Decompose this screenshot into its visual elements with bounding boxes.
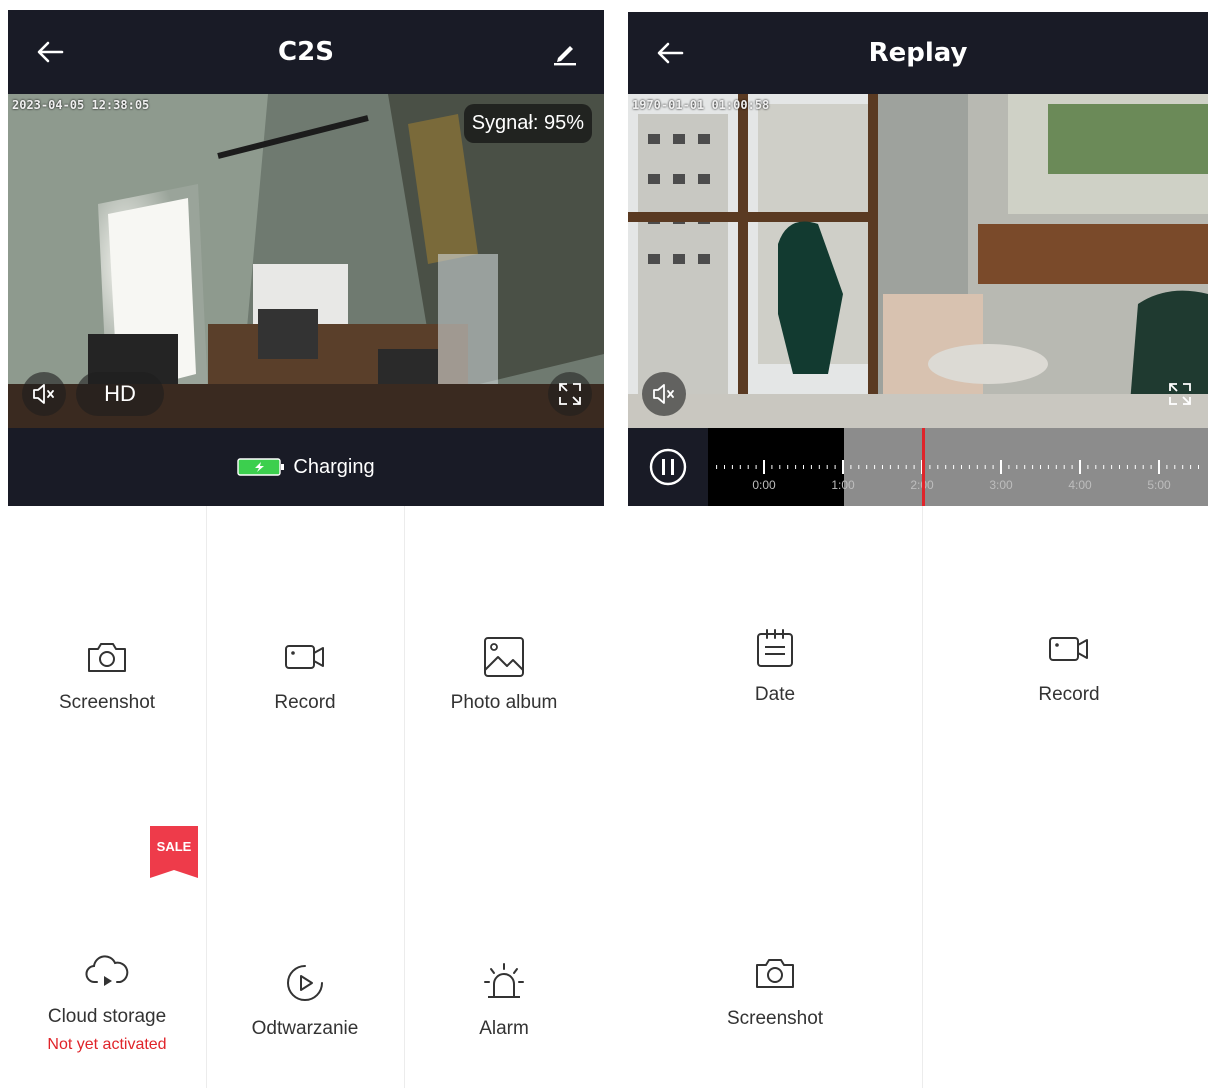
camera-icon <box>88 643 126 672</box>
photo-album-label: Photo album <box>450 692 558 713</box>
sale-badge: SALE <box>148 826 200 878</box>
camera-feed-image <box>628 94 1208 428</box>
timeline-tick-label: 1:00 <box>831 478 855 492</box>
live-video[interactable]: 2023-04-05 12:38:05 Sygnał: 95% HD <box>8 94 604 428</box>
fullscreen-button[interactable] <box>548 372 592 416</box>
photo-icon <box>484 637 524 677</box>
quality-toggle-button[interactable]: HD <box>76 372 164 416</box>
siren-icon <box>484 963 524 998</box>
screenshot-action[interactable]: Screenshot <box>628 950 922 1030</box>
timeline-tick-label: 4:00 <box>1068 478 1092 492</box>
back-arrow-icon[interactable] <box>34 36 66 68</box>
replay-screen: Replay 1970-01-01 01:00:58 0:00 1:00 3:0… <box>620 0 1208 1088</box>
charging-label: Charging <box>293 455 375 478</box>
page-title: C2S <box>278 37 334 67</box>
edit-pencil-icon[interactable] <box>550 37 580 67</box>
live-view-screen: C2S 2023-04-05 12:38:05 Sygnał: 95% HD C… <box>0 0 612 1088</box>
fullscreen-icon <box>559 383 581 405</box>
battery-charging-icon <box>237 458 285 476</box>
action-grid: Date Record Screenshot <box>628 506 1208 1088</box>
playback-label: Odtwarzanie <box>251 1018 359 1039</box>
page-title: Replay <box>868 38 968 68</box>
speaker-muted-icon <box>33 384 54 404</box>
fullscreen-button[interactable] <box>1158 372 1202 416</box>
replay-timeline[interactable]: 0:001:002:003:004:005:00 <box>628 428 1208 506</box>
mute-button[interactable] <box>642 372 686 416</box>
action-grid: Screenshot Record Photo album SALE Cloud… <box>8 506 604 1088</box>
video-timestamp: 2023-04-05 12:38:05 <box>12 98 150 112</box>
fullscreen-icon <box>1169 383 1191 405</box>
back-arrow-icon[interactable] <box>654 37 686 69</box>
cloud-storage-action[interactable]: Cloud storage Not yet activated <box>8 948 206 1054</box>
speaker-muted-icon <box>653 384 674 404</box>
top-bar: Replay <box>628 12 1208 94</box>
screenshot-action[interactable]: Screenshot <box>8 634 206 714</box>
playback-icon <box>287 965 323 1001</box>
video-timestamp: 1970-01-01 01:00:58 <box>632 98 770 112</box>
replay-video[interactable]: 1970-01-01 01:00:58 <box>628 94 1208 428</box>
video-camera-icon <box>1049 637 1088 661</box>
screenshot-label: Screenshot <box>726 1008 824 1029</box>
timeline-tick-label: 5:00 <box>1147 478 1171 492</box>
record-action[interactable]: Record <box>206 634 404 714</box>
calendar-icon <box>757 629 793 667</box>
playback-action[interactable]: Odtwarzanie <box>206 960 404 1040</box>
timeline-ticks <box>716 460 1199 474</box>
record-action[interactable]: Record <box>922 626 1208 706</box>
top-bar: C2S <box>8 10 604 94</box>
timeline-playhead[interactable] <box>922 428 925 506</box>
alarm-action[interactable]: Alarm <box>404 960 604 1040</box>
cloud-storage-status: Not yet activated <box>47 1036 167 1053</box>
camera-icon <box>756 959 794 988</box>
date-label: Date <box>754 684 796 705</box>
mute-button[interactable] <box>22 372 66 416</box>
sale-text: SALE <box>156 839 192 854</box>
screenshot-label: Screenshot <box>58 692 156 713</box>
date-action[interactable]: Date <box>628 626 922 706</box>
timeline-tick-label: 0:00 <box>752 478 776 492</box>
alarm-label: Alarm <box>479 1018 529 1039</box>
record-label: Record <box>274 692 336 713</box>
timeline-tick-label: 3:00 <box>989 478 1013 492</box>
video-camera-icon <box>285 645 324 669</box>
cloud-play-icon <box>85 955 129 986</box>
photo-album-action[interactable]: Photo album <box>404 634 604 714</box>
cloud-storage-label: Cloud storage <box>47 1006 167 1027</box>
record-label: Record <box>1038 684 1100 705</box>
signal-badge: Sygnał: 95% <box>463 104 592 143</box>
battery-status-bar: Charging <box>8 428 604 506</box>
